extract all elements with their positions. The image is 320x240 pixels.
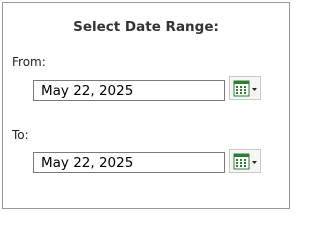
date-range-panel: Select Date Range: From: To: [2, 2, 290, 209]
calendar-icon [233, 80, 257, 97]
from-label: From: [12, 55, 46, 69]
to-label: To: [12, 128, 29, 142]
calendar-icon [233, 153, 257, 170]
from-calendar-button[interactable] [229, 76, 261, 100]
dialog-title: Select Date Range: [73, 19, 219, 35]
from-date-input[interactable] [33, 80, 225, 101]
chevron-down-icon [252, 88, 257, 91]
to-date-input[interactable] [33, 152, 225, 173]
to-calendar-button[interactable] [229, 149, 261, 173]
chevron-down-icon [252, 161, 257, 164]
